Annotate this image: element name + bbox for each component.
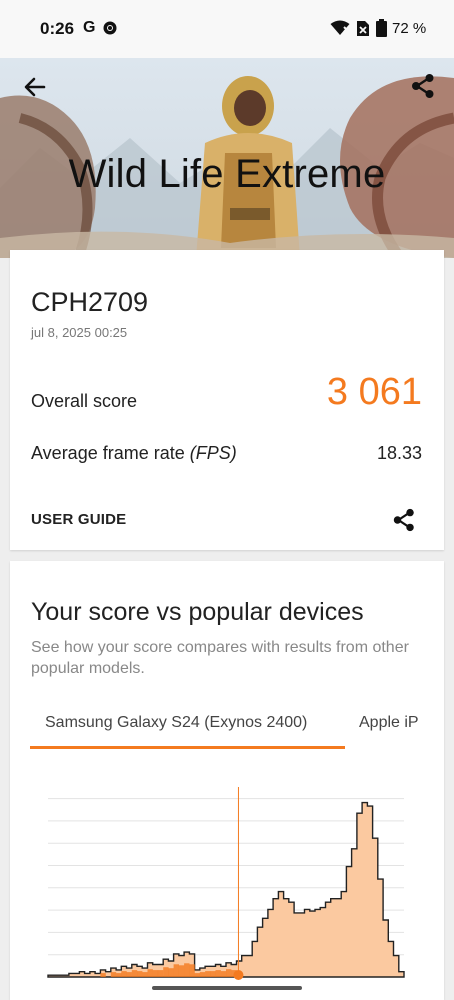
histogram-highlight-bin bbox=[226, 969, 232, 977]
google-icon: G bbox=[83, 19, 96, 36]
fps-label-text: Average frame rate bbox=[31, 443, 190, 463]
fps-label-unit: (FPS) bbox=[189, 443, 237, 463]
chrome-icon bbox=[103, 21, 117, 35]
histogram-highlight-bin bbox=[110, 972, 117, 977]
no-sim-icon bbox=[357, 21, 369, 36]
histogram-highlight-bin bbox=[215, 970, 221, 977]
overall-score-value: 3 061 bbox=[326, 371, 422, 413]
result-date: jul 8, 2025 00:25 bbox=[31, 325, 128, 340]
histogram-highlight-bin bbox=[157, 970, 164, 977]
histogram-highlight-bin bbox=[189, 964, 195, 977]
histogram-highlight-bin bbox=[163, 967, 169, 977]
device-name: CPH2709 bbox=[31, 287, 149, 317]
histogram-highlight-bin bbox=[121, 971, 127, 977]
battery-icon bbox=[376, 19, 387, 37]
histogram-highlight-bin bbox=[152, 970, 159, 977]
wifi-icon bbox=[330, 20, 350, 35]
share-icon[interactable] bbox=[409, 72, 437, 100]
histogram-highlight-bin bbox=[184, 963, 190, 977]
histogram-highlight-bin bbox=[116, 973, 122, 977]
score-distribution-chart bbox=[47, 787, 405, 980]
histogram-highlight-bin bbox=[126, 972, 132, 977]
histogram-area bbox=[47, 801, 405, 978]
histogram-highlight-bin bbox=[178, 965, 185, 977]
user-guide-link[interactable]: USER GUIDE bbox=[31, 511, 126, 528]
back-arrow-icon[interactable] bbox=[22, 74, 48, 100]
histogram-highlight-bin bbox=[137, 971, 143, 977]
benchmark-title: Wild Life Extreme bbox=[68, 152, 386, 196]
fps-value: 18.33 bbox=[376, 443, 422, 463]
comparison-card: Your score vs popular devices See how yo… bbox=[10, 561, 444, 1000]
status-time: 0:26 bbox=[40, 19, 75, 38]
histogram-highlight-bin bbox=[147, 969, 153, 977]
hero-banner: Wild Life Extreme bbox=[0, 58, 454, 258]
battery-percent: 72 % bbox=[392, 20, 427, 37]
histogram-highlight-bin bbox=[142, 972, 148, 977]
histogram-highlight-bin bbox=[100, 973, 106, 977]
status-bar: 0:26 G 72 % bbox=[0, 0, 454, 58]
histogram-highlight-bin bbox=[205, 971, 211, 977]
histogram-highlight-bin bbox=[199, 972, 206, 977]
share-icon[interactable] bbox=[391, 506, 417, 534]
home-indicator[interactable] bbox=[152, 986, 302, 990]
fps-label: Average frame rate (FPS) bbox=[31, 443, 237, 464]
histogram-highlight-bin bbox=[194, 973, 200, 977]
histogram-highlight-bin bbox=[210, 971, 216, 977]
your-score-marker-dot bbox=[233, 970, 244, 980]
histogram-highlight-bin bbox=[168, 968, 174, 977]
result-card: CPH2709 jul 8, 2025 00:25 Overall score … bbox=[10, 250, 444, 550]
overall-score-label: Overall score bbox=[31, 391, 138, 411]
histogram-highlight-bin bbox=[220, 971, 227, 977]
histogram-highlight-bin bbox=[131, 970, 138, 977]
histogram-highlight-bin bbox=[173, 964, 179, 977]
